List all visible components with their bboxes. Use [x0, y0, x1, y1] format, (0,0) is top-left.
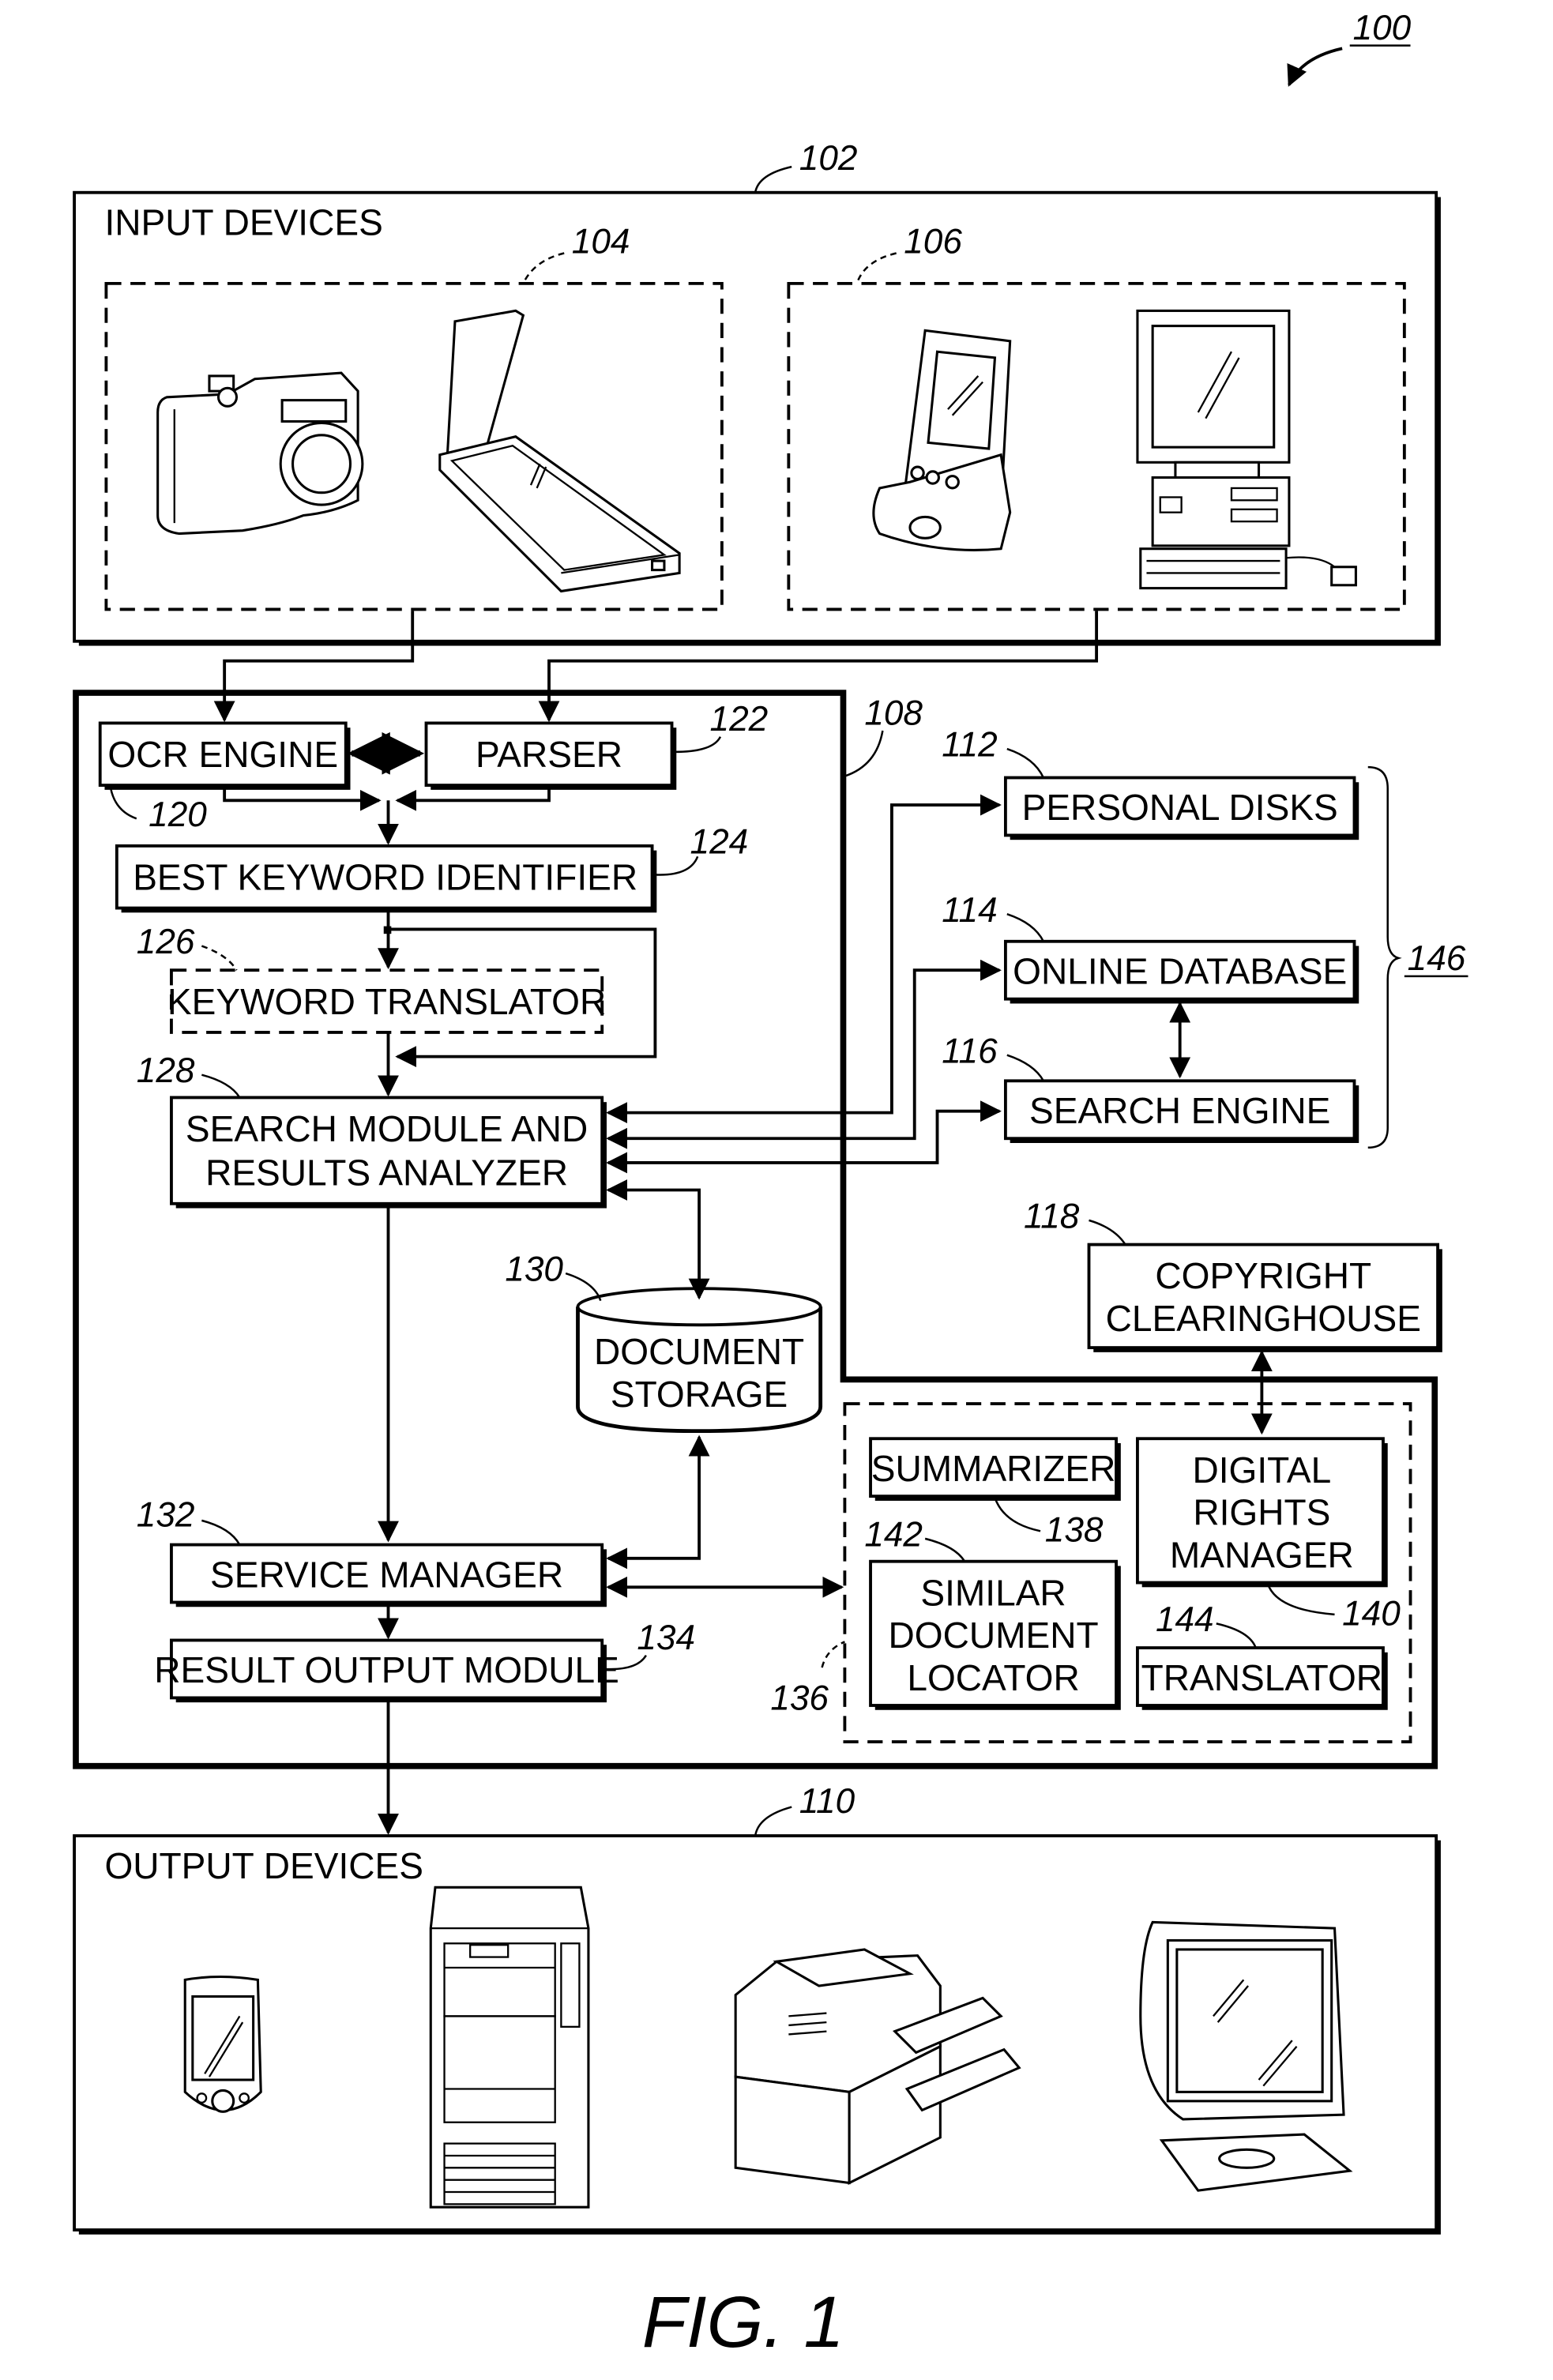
online-database[interactable]: ONLINE DATABASE	[1003, 939, 1359, 1004]
monitor-icon	[1139, 1920, 1353, 2192]
drm-label-line3: MANAGER	[1170, 1534, 1354, 1575]
ref-120: 120	[149, 795, 207, 834]
leader-112	[1006, 747, 1045, 779]
sdl-label-line2: DOCUMENT	[889, 1615, 1099, 1656]
ref-106: 106	[904, 222, 962, 261]
search-module-label-line1: SEARCH MODULE AND	[186, 1108, 588, 1149]
copyright-clearinghouse-label-line1: COPYRIGHT	[1155, 1255, 1371, 1296]
personal-disks[interactable]: PERSONAL DISKS	[1003, 776, 1359, 840]
service-manager-label: SERVICE MANAGER	[210, 1554, 563, 1595]
leader-116	[1006, 1054, 1045, 1081]
leader-102	[754, 165, 792, 194]
sdl-label-line1: SIMILAR	[920, 1572, 1066, 1613]
leader-122	[675, 736, 722, 754]
ref-146: 146	[1408, 939, 1466, 978]
translator[interactable]: TRANSLATOR	[1136, 1646, 1388, 1710]
drm-label-line2: RIGHTS	[1193, 1492, 1330, 1533]
ref-118: 118	[1024, 1197, 1080, 1235]
parser-label: PARSER	[476, 734, 622, 775]
search-engine[interactable]: SEARCH ENGINE	[1003, 1079, 1359, 1144]
parser[interactable]: PARSER	[424, 721, 677, 790]
ref-130: 130	[505, 1250, 563, 1289]
leader-110	[754, 1806, 792, 1837]
output-devices-panel: OUTPUT DEVICES 110	[73, 1782, 1441, 2235]
leader-142	[924, 1537, 966, 1562]
keyword-translator-label: KEYWORD TRANSLATOR	[167, 981, 606, 1022]
tower-computer-icon	[429, 1886, 590, 2209]
ref-126: 126	[137, 923, 195, 961]
best-keyword-identifier[interactable]: BEST KEYWORD IDENTIFIER	[115, 844, 657, 913]
figure-title: FIG. 1	[642, 2281, 844, 2363]
copyright-clearinghouse[interactable]: COPYRIGHT CLEARINGHOUSE	[1087, 1243, 1442, 1352]
ref-140: 140	[1342, 1594, 1401, 1633]
system-reference: 100	[1287, 9, 1412, 87]
system-108: 108 OCR ENGINE 120 PARSER 122 BEST KEYWO…	[73, 690, 1438, 1769]
result-output-module[interactable]: RESULT OUTPUT MODULE	[154, 1638, 619, 1703]
result-output-module-label: RESULT OUTPUT MODULE	[154, 1649, 619, 1690]
leader-132	[201, 1519, 241, 1546]
ref-144: 144	[1156, 1600, 1214, 1639]
arrow-storage-service-manager	[606, 1434, 710, 1570]
personal-disks-label: PERSONAL DISKS	[1022, 787, 1338, 828]
arrow-search-personal-disks	[606, 794, 1002, 1124]
ref-128: 128	[137, 1051, 195, 1090]
translator-label: TRANSLATOR	[1141, 1657, 1382, 1698]
ocr-engine[interactable]: OCR ENGINE	[98, 721, 351, 790]
leader-128	[201, 1073, 241, 1099]
leader-140	[1266, 1584, 1335, 1616]
ref-116: 116	[942, 1032, 998, 1070]
online-database-label: ONLINE DATABASE	[1013, 951, 1347, 992]
copyright-clearinghouse-label-line2: CLEARINGHOUSE	[1106, 1298, 1421, 1339]
document-storage-label-line2: STORAGE	[611, 1374, 788, 1415]
summarizer[interactable]: SUMMARIZER	[869, 1437, 1121, 1501]
ref-100: 100	[1353, 9, 1412, 47]
leader-136	[821, 1641, 845, 1668]
leader-144	[1216, 1622, 1257, 1649]
ref-108: 108	[864, 694, 923, 732]
ref-142: 142	[864, 1515, 923, 1554]
sdl-label-line3: LOCATOR	[907, 1657, 1079, 1698]
ref-104: 104	[572, 222, 630, 261]
search-engine-label: SEARCH ENGINE	[1029, 1090, 1330, 1131]
ref-122: 122	[710, 700, 769, 739]
ref-114: 114	[942, 891, 997, 930]
document-storage[interactable]: DOCUMENT STORAGE	[576, 1287, 823, 1434]
service-manager[interactable]: SERVICE MANAGER	[170, 1543, 607, 1607]
leader-138	[994, 1497, 1041, 1532]
search-module-label-line2: RESULTS ANALYZER	[205, 1152, 568, 1194]
ocr-engine-label: OCR ENGINE	[107, 734, 338, 775]
bracket-146	[1367, 765, 1402, 1149]
keyword-translator[interactable]: KEYWORD TRANSLATOR	[167, 968, 606, 1034]
search-module-results-analyzer[interactable]: SEARCH MODULE AND RESULTS ANALYZER	[170, 1096, 607, 1209]
ref-132: 132	[137, 1496, 195, 1535]
summarizer-label: SUMMARIZER	[871, 1448, 1116, 1489]
input-devices-panel: INPUT DEVICES 102 104 106	[73, 139, 1441, 646]
leader-118	[1089, 1219, 1126, 1246]
ref-110: 110	[799, 1782, 855, 1821]
ref-112: 112	[942, 726, 997, 765]
drm-label-line1: DIGITAL	[1193, 1449, 1332, 1491]
digital-rights-manager[interactable]: DIGITAL RIGHTS MANAGER	[1136, 1437, 1388, 1588]
arrow-search-storage	[606, 1179, 710, 1300]
ref-arrow	[1287, 47, 1343, 87]
best-keyword-identifier-label: BEST KEYWORD IDENTIFIER	[133, 857, 637, 898]
ref-138: 138	[1045, 1511, 1104, 1550]
ref-136: 136	[770, 1679, 829, 1718]
pda-icon	[183, 1975, 262, 2113]
output-devices-label: OUTPUT DEVICES	[104, 1845, 423, 1886]
ref-124: 124	[690, 822, 749, 861]
ref-134: 134	[637, 1619, 695, 1657]
external-sources-146: PERSONAL DISKS 112 ONLINE DATABASE 114 S…	[942, 726, 1468, 1149]
leader-126	[201, 945, 238, 971]
system-block-diagram: 100 INPUT DEVICES 102 104 106 108 OCR EN…	[73, 9, 1468, 2363]
camera-icon	[156, 371, 364, 536]
leader-108	[844, 730, 884, 777]
input-devices-label: INPUT DEVICES	[104, 201, 382, 243]
ref-102: 102	[799, 139, 858, 178]
similar-document-locator[interactable]: SIMILAR DOCUMENT LOCATOR	[869, 1559, 1121, 1710]
leader-120	[109, 788, 137, 820]
leader-114	[1006, 913, 1045, 942]
document-storage-label-line1: DOCUMENT	[594, 1331, 804, 1372]
